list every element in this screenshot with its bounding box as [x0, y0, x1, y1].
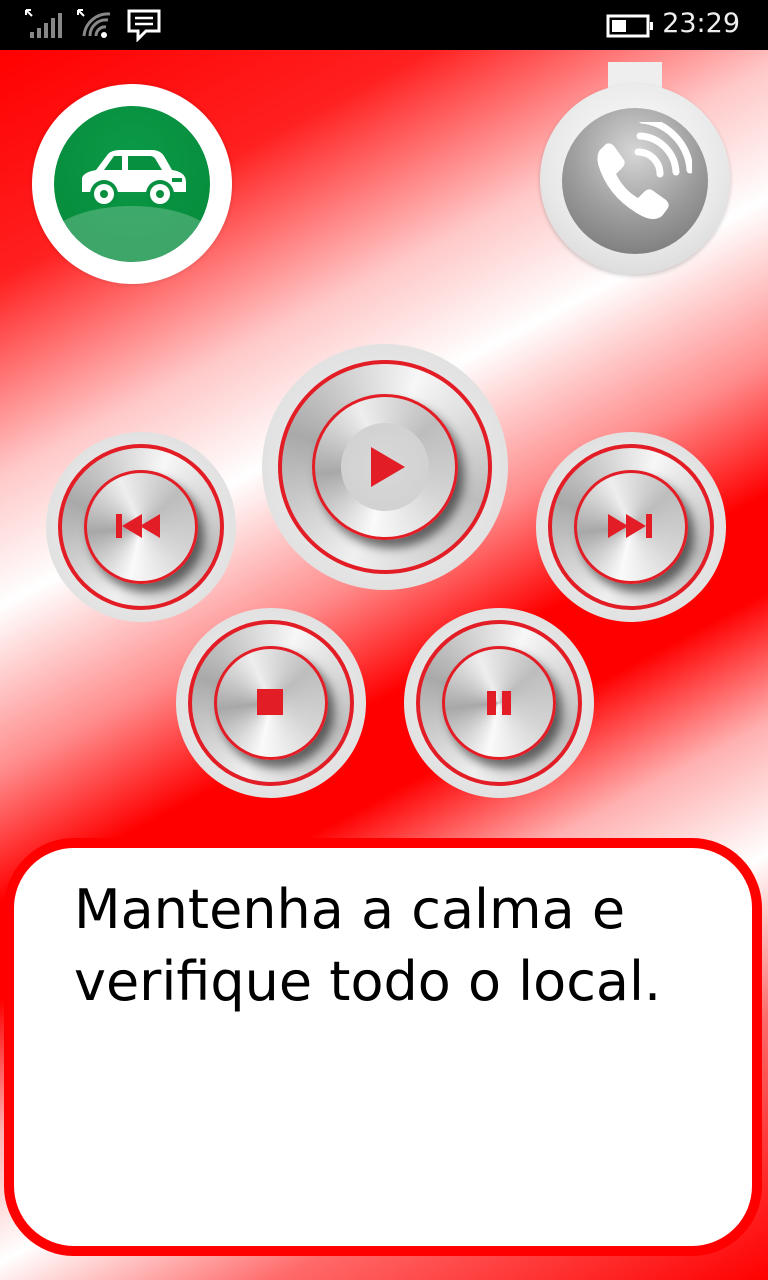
message-line-1: Mantenha a calma e [74, 878, 626, 941]
play-button-core [312, 394, 458, 540]
fast-forward-icon [608, 514, 652, 538]
pause-button-core [442, 646, 556, 760]
message-icon [127, 9, 161, 42]
stop-button[interactable] [176, 608, 366, 798]
car-button[interactable] [32, 84, 232, 284]
phone-icon [597, 122, 692, 219]
battery-icon [606, 14, 653, 38]
signal-icon [25, 9, 62, 38]
clock: 23:29 [662, 8, 740, 39]
status-bar: 23:29 [0, 0, 768, 50]
fast-forward-button[interactable] [536, 432, 726, 622]
stop-button-core [214, 646, 328, 760]
message-box: Mantenha a calma e verifique todo o loca… [4, 838, 762, 1256]
phone-button[interactable] [540, 62, 730, 274]
wifi-icon [77, 9, 111, 38]
stop-icon [257, 689, 283, 715]
rewind-button-core [84, 470, 198, 584]
message-text: Mantenha a calma e verifique todo o loca… [74, 874, 724, 1018]
car-button-face [54, 106, 210, 262]
play-button[interactable] [262, 344, 508, 590]
pause-icon [487, 691, 511, 715]
pause-button[interactable] [404, 608, 594, 798]
car-icon [82, 150, 186, 208]
fast-forward-button-core [574, 470, 688, 584]
rewind-icon [116, 514, 160, 538]
phone-button-face [562, 108, 708, 254]
message-line-2: verifique todo o local. [74, 950, 662, 1013]
play-icon [371, 447, 405, 487]
rewind-button[interactable] [46, 432, 236, 622]
